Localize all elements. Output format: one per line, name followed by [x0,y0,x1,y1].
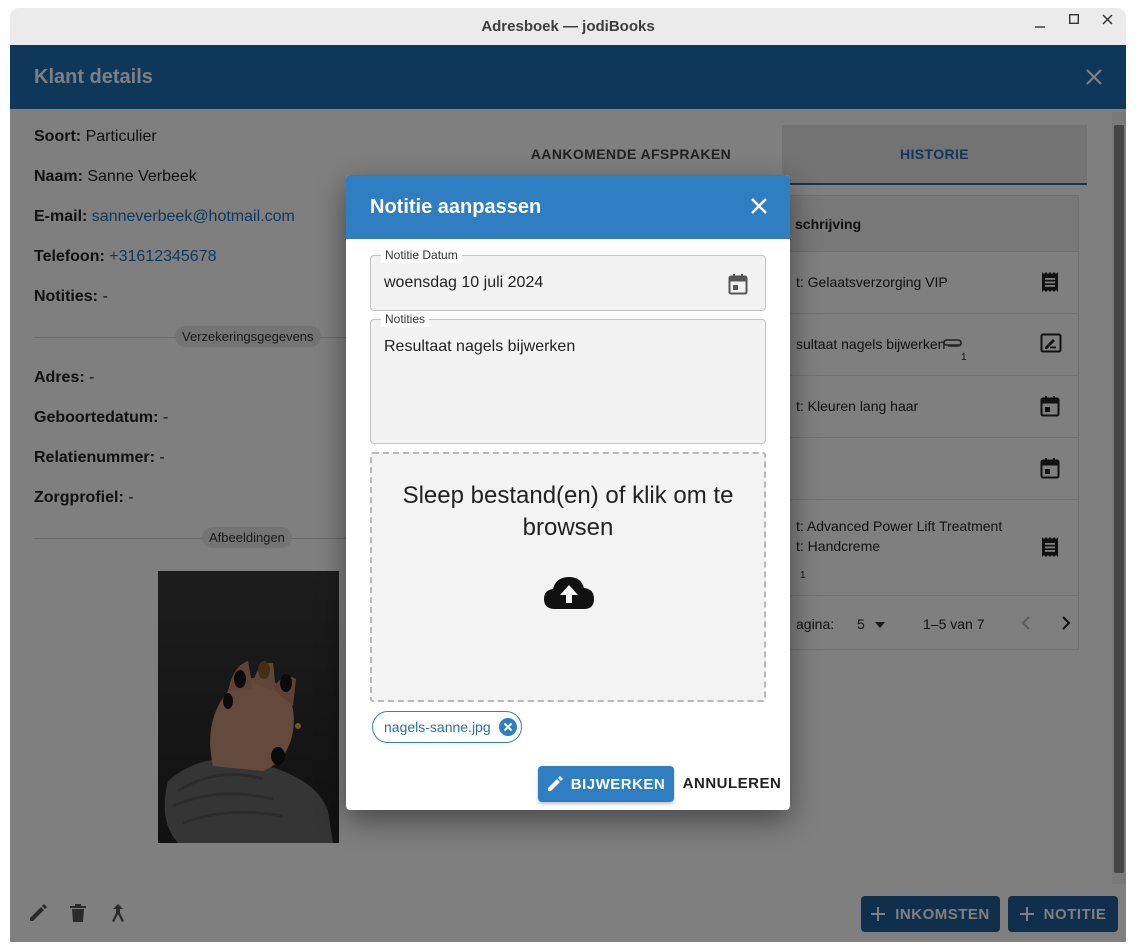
notes-label: Notities [381,311,430,327]
update-label: BIJWERKEN [570,775,666,793]
note-date-value: woensdag 10 juli 2024 [384,274,544,291]
edit-note-dialog: Notitie aanpassen Notitie Datum woensdag… [346,175,790,810]
minimize-button[interactable] [1035,10,1045,30]
close-icon[interactable] [750,197,768,215]
dropzone-text: Sleep bestand(en) of klik om te browsen [402,482,734,541]
pencil-icon [547,776,563,792]
remove-file-icon[interactable] [498,718,517,736]
window-close-button[interactable] [1102,14,1113,25]
window-titlebar: Adresboek — jodiBooks [10,8,1126,45]
note-date-field[interactable]: Notitie Datum woensdag 10 juli 2024 [370,247,766,311]
calendar-icon[interactable] [728,273,748,295]
file-chip: nagels-sanne.jpg [372,711,522,743]
maximize-button[interactable] [1069,14,1079,24]
note-date-label: Notitie Datum [381,247,462,263]
file-dropzone[interactable]: Sleep bestand(en) of klik om te browsen [370,452,766,702]
file-name: nagels-sanne.jpg [384,719,491,735]
window-title: Adresboek — jodiBooks [481,18,655,35]
dialog-title: Notitie aanpassen [370,196,542,218]
cloud-upload-icon [543,575,595,611]
notes-textarea[interactable]: Notities Resultaat nagels bijwerken [370,311,766,444]
notes-value: Resultaat nagels bijwerken [384,338,576,355]
dialog-header: Notitie aanpassen [346,175,790,239]
cancel-button[interactable]: ANNULEREN [682,766,782,802]
update-button[interactable]: BIJWERKEN [538,766,674,802]
